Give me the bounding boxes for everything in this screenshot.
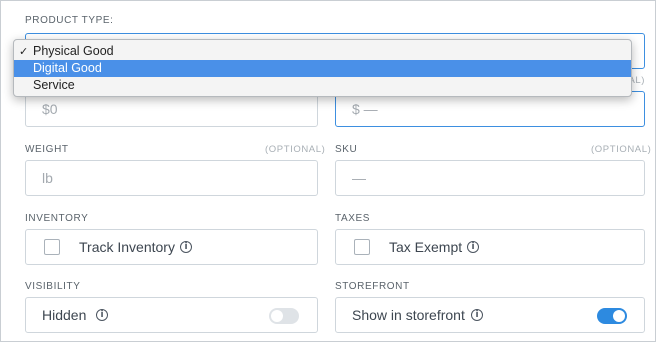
- option-physical-good[interactable]: ✓ Physical Good: [14, 43, 631, 60]
- weight-input[interactable]: lb: [25, 160, 318, 196]
- option-digital-good[interactable]: Digital Good: [14, 60, 631, 77]
- storefront-toggle[interactable]: [597, 308, 627, 324]
- visibility-box: Hidden i: [25, 297, 318, 333]
- visibility-toggle[interactable]: [269, 308, 299, 324]
- product-form: PRODUCT TYPE: NAL) $0 $ — WEIGHT (OPTION…: [0, 0, 656, 342]
- sku-input[interactable]: —: [335, 160, 645, 196]
- product-type-label: PRODUCT TYPE:: [25, 15, 114, 26]
- option-label: Digital Good: [33, 61, 102, 75]
- tax-exempt-label: Tax Exempt: [389, 239, 463, 255]
- toggle-knob: [613, 310, 625, 322]
- option-service[interactable]: Service: [14, 77, 631, 94]
- hidden-info-icon[interactable]: i: [96, 309, 108, 321]
- tax-exempt-checkbox[interactable]: [354, 239, 370, 255]
- sku-optional: (OPTIONAL): [591, 144, 652, 155]
- tax-exempt-info-icon[interactable]: i: [467, 241, 479, 253]
- sku-placeholder: —: [352, 170, 366, 186]
- track-inventory-label: Track Inventory: [79, 239, 175, 255]
- storefront-label: STOREFRONT: [335, 281, 410, 292]
- checkmark-icon: ✓: [19, 45, 29, 58]
- weight-label: WEIGHT: [25, 144, 69, 155]
- storefront-box: Show in storefront i: [335, 297, 645, 333]
- option-label: Physical Good: [33, 44, 114, 58]
- visibility-label: VISIBILITY: [25, 281, 81, 292]
- inventory-box: Track Inventory i: [25, 229, 318, 265]
- storefront-info-icon[interactable]: i: [471, 309, 483, 321]
- taxes-label: TAXES: [335, 213, 371, 224]
- show-in-storefront-label: Show in storefront: [352, 307, 465, 323]
- hidden-label: Hidden: [42, 307, 87, 323]
- product-type-dropdown: ✓ Physical Good Digital Good Service: [13, 39, 632, 97]
- track-inventory-checkbox[interactable]: [44, 239, 60, 255]
- inventory-label: INVENTORY: [25, 213, 89, 224]
- price-placeholder: $0: [42, 101, 58, 117]
- taxes-box: Tax Exempt i: [335, 229, 645, 265]
- toggle-knob: [271, 310, 283, 322]
- weight-placeholder: lb: [42, 170, 53, 186]
- sku-label: SKU: [335, 144, 358, 155]
- weight-optional: (OPTIONAL): [265, 144, 326, 155]
- compare-price-placeholder: $ —: [352, 101, 378, 117]
- track-inventory-info-icon[interactable]: i: [180, 241, 192, 253]
- option-label: Service: [33, 78, 75, 92]
